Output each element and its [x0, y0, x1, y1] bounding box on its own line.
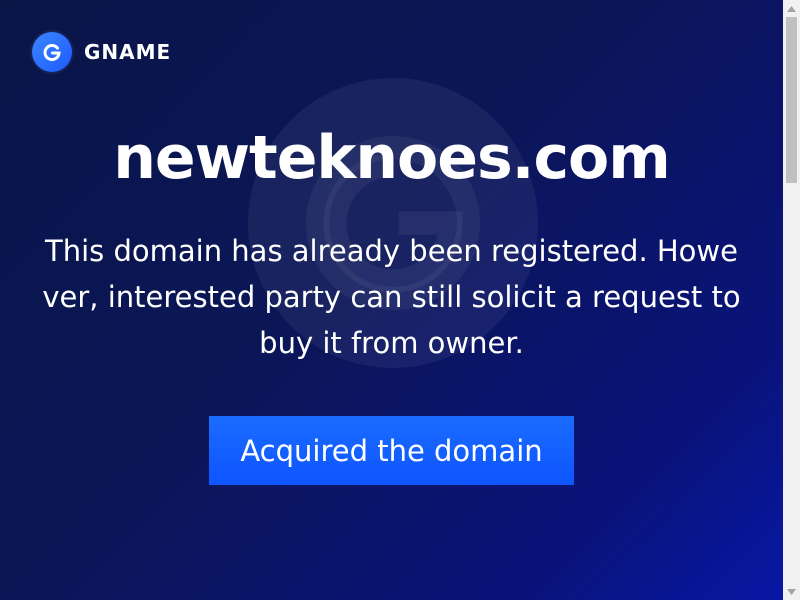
scroll-down-icon[interactable] [783, 583, 800, 600]
registration-message: This domain has already been registered.… [42, 234, 741, 360]
scrollbar-thumb[interactable] [786, 17, 797, 183]
vertical-scrollbar[interactable] [783, 0, 800, 600]
main-content: GNAME newteknoes.com This domain has alr… [0, 0, 783, 600]
brand-logo[interactable]: GNAME [32, 32, 171, 72]
brand-name: GNAME [84, 40, 172, 64]
gname-logo-icon [32, 32, 72, 72]
scroll-up-icon[interactable] [783, 0, 800, 17]
acquire-domain-button[interactable]: Acquired the domain [209, 416, 574, 485]
domain-title: newteknoes.com [113, 123, 671, 193]
page-background: GNAME newteknoes.com This domain has alr… [0, 0, 800, 600]
